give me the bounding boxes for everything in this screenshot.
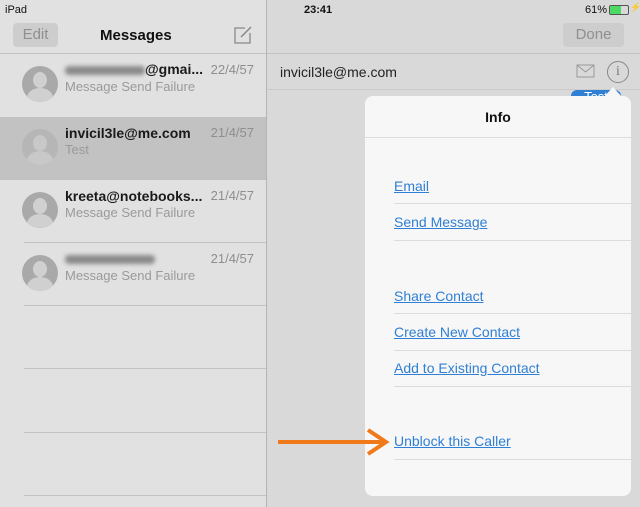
avatar — [22, 192, 58, 228]
divider — [24, 368, 266, 369]
divider — [394, 459, 631, 460]
recipient-label: invicil3le@me.com — [280, 64, 397, 80]
battery-percent: 61% — [585, 4, 608, 16]
unblock-caller-link[interactable]: Unblock this Caller — [394, 433, 511, 449]
divider — [267, 53, 640, 54]
conversation-item[interactable]: 21/4/57 Message Send Failure — [0, 243, 266, 305]
conversation-list-pane: iPad Edit Messages @gmai... 22/4/57 Mess… — [0, 0, 266, 507]
conversation-preview: Message Send Failure — [65, 79, 196, 94]
charging-icon: ⚡ — [630, 2, 640, 12]
divider — [394, 240, 631, 241]
divider — [394, 203, 631, 204]
conversation-item[interactable]: @gmai... 22/4/57 Message Send Failure — [0, 54, 266, 116]
conversation-date: 22/4/57 — [210, 62, 254, 77]
mail-icon[interactable] — [576, 64, 596, 78]
email-link[interactable]: Email — [394, 178, 429, 194]
popover-arrow — [604, 87, 622, 97]
conversation-name: invicil3le@me.com — [65, 125, 191, 141]
info-icon[interactable]: i — [607, 61, 629, 83]
info-popover: Info Email Send Message Share Contact Cr… — [365, 87, 631, 496]
device-label: iPad — [5, 4, 28, 16]
conversation-preview: Message Send Failure — [65, 268, 196, 283]
divider — [394, 350, 631, 351]
divider — [365, 137, 631, 138]
conversation-date: 21/4/57 — [210, 125, 254, 140]
redacted-name — [65, 254, 155, 264]
conversation-item[interactable]: kreeta@notebooks... 21/4/57 Message Send… — [0, 180, 266, 242]
edit-button[interactable]: Edit — [13, 23, 58, 47]
annotation-arrow-icon — [278, 428, 390, 456]
conversation-item-selected[interactable]: invicil3le@me.com 21/4/57 Test — [0, 117, 266, 180]
page-title: Messages — [100, 27, 172, 44]
add-to-existing-contact-link[interactable]: Add to Existing Contact — [394, 360, 540, 376]
battery-icon — [609, 5, 629, 15]
avatar — [22, 66, 58, 102]
compose-icon[interactable] — [233, 25, 253, 45]
divider — [394, 313, 631, 314]
redacted-name — [65, 65, 145, 75]
conversation-date: 21/4/57 — [210, 251, 254, 266]
divider — [24, 432, 266, 433]
send-message-link[interactable]: Send Message — [394, 214, 487, 230]
divider — [394, 386, 631, 387]
conversation-name: @gmai... — [145, 61, 203, 77]
clock: 23:41 — [304, 4, 333, 16]
share-contact-link[interactable]: Share Contact — [394, 288, 484, 304]
divider — [24, 305, 266, 306]
avatar — [22, 255, 58, 291]
avatar — [22, 129, 58, 165]
conversation-preview: Message Send Failure — [65, 205, 196, 220]
done-button[interactable]: Done — [563, 23, 624, 47]
divider — [24, 495, 266, 496]
create-new-contact-link[interactable]: Create New Contact — [394, 324, 520, 340]
popover-title: Info — [485, 109, 511, 125]
conversation-preview: Test — [65, 142, 89, 157]
conversation-name: kreeta@notebooks... — [65, 188, 203, 204]
conversation-date: 21/4/57 — [210, 188, 254, 203]
